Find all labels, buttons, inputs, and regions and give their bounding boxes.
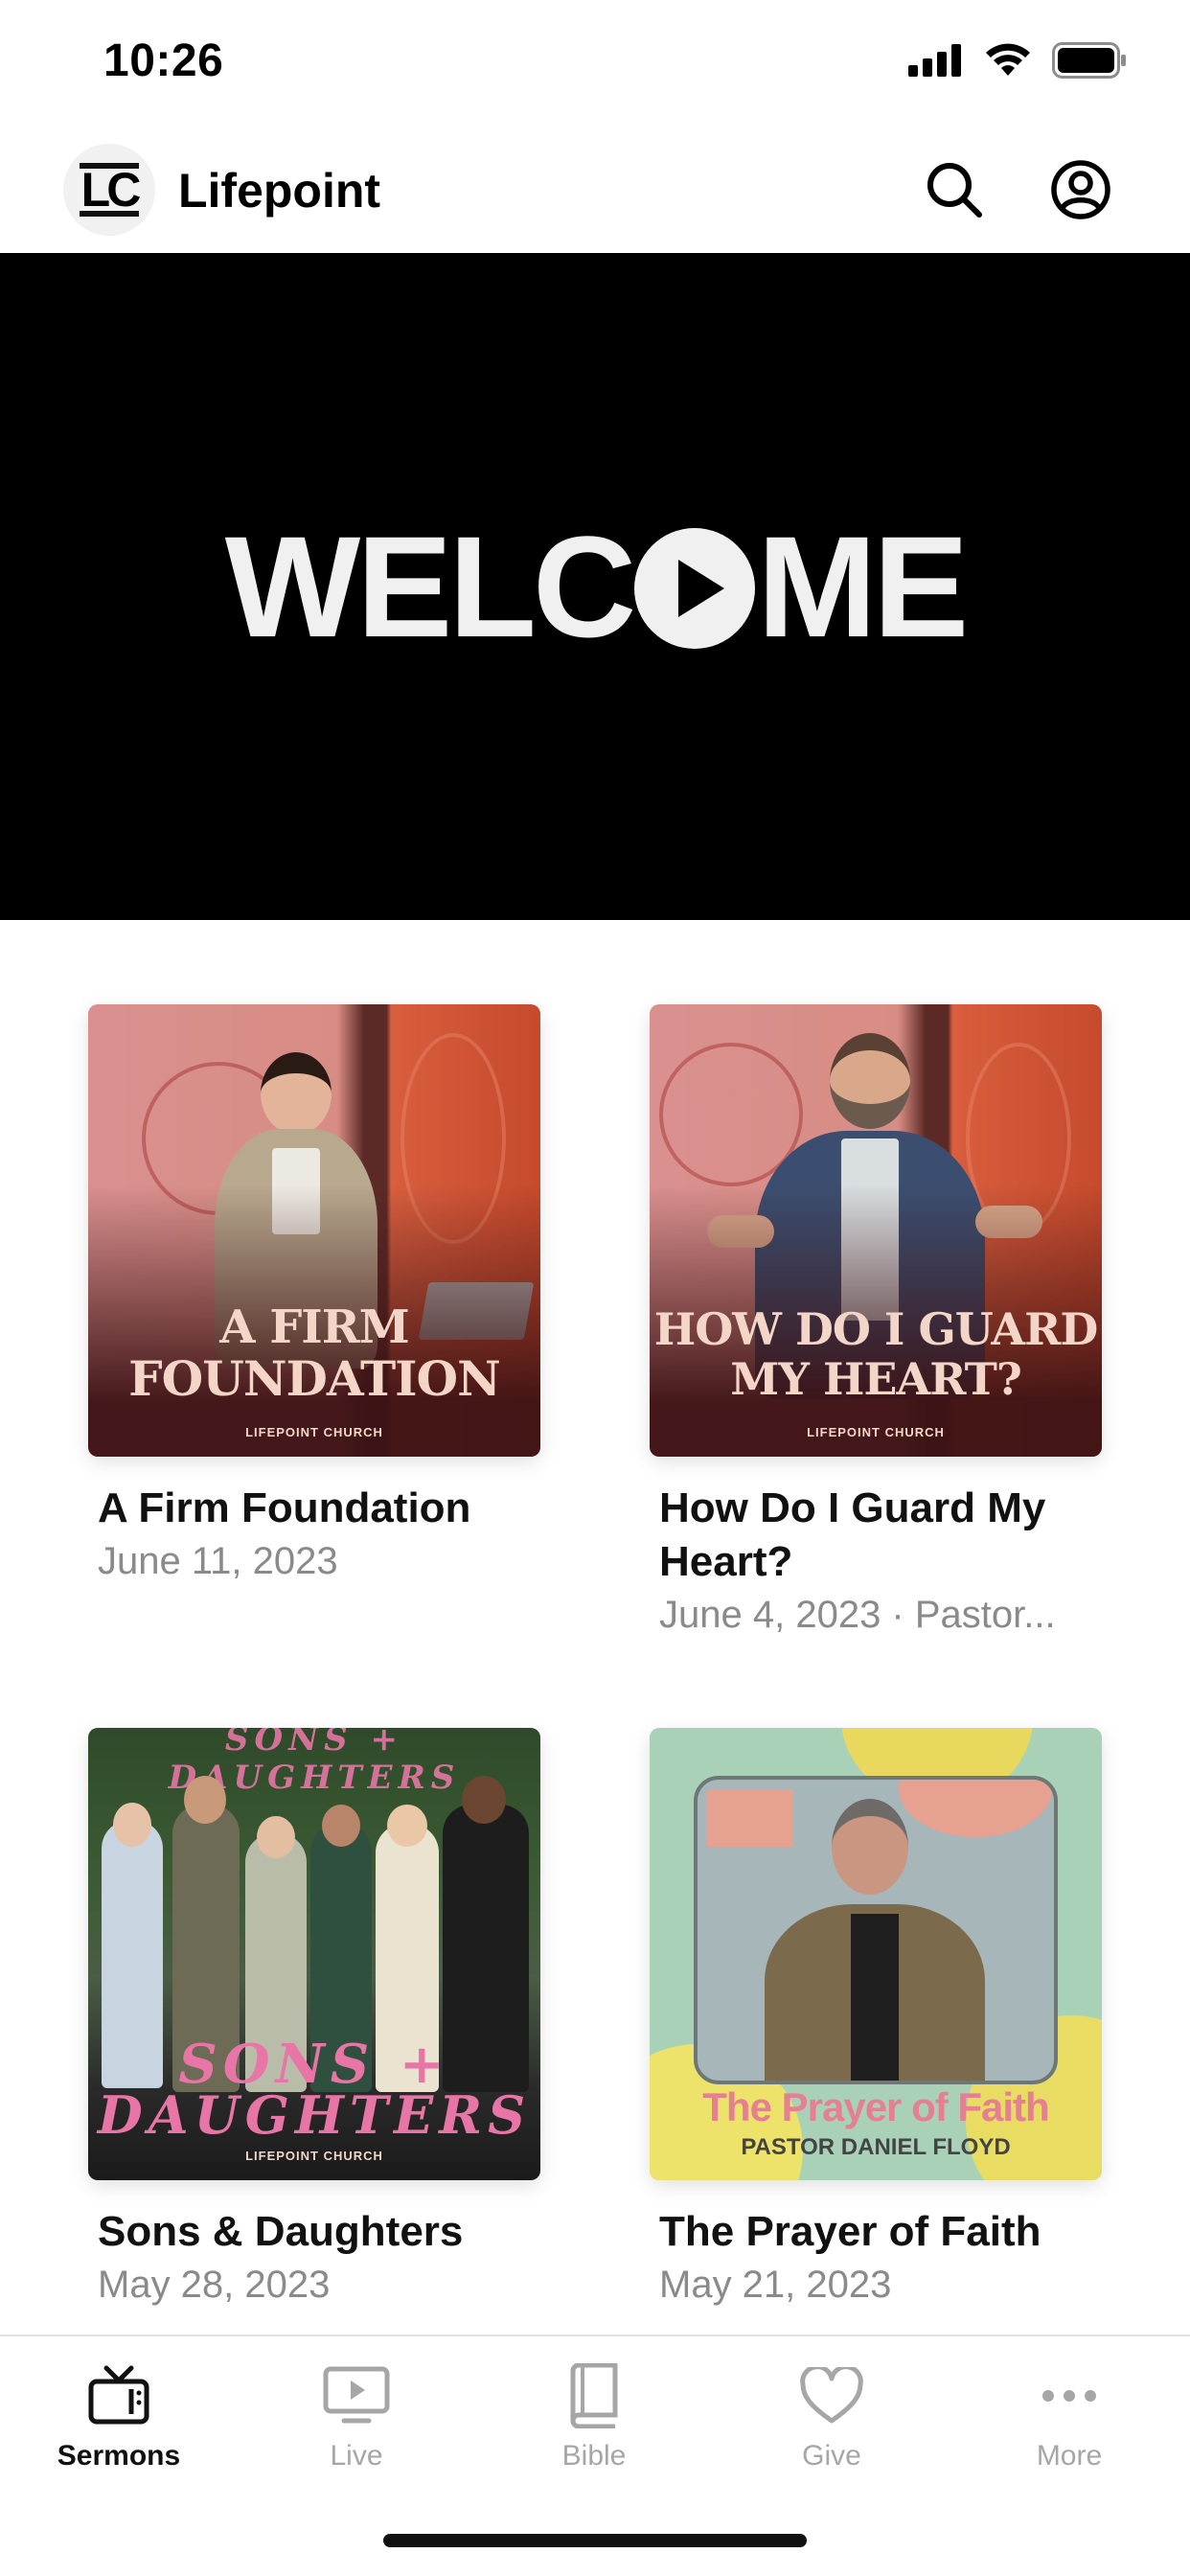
sermon-date: June 11, 2023	[98, 1540, 338, 1582]
sermon-card[interactable]: SONS + DAUGHTERS SONS + DAUGHTERS LIFEPO…	[88, 1728, 540, 2311]
welcome-text-end: ME	[757, 505, 969, 667]
sermon-title: A Firm Foundation	[98, 1484, 471, 1531]
sermon-date: May 28, 2023	[98, 2264, 331, 2306]
artwork-speaker: PASTOR DANIEL FLOYD	[741, 2134, 1011, 2160]
sermon-title: How Do I Guard My Heart?	[659, 1484, 1046, 1585]
status-bar: 10:26	[0, 0, 1190, 128]
book-icon	[570, 2363, 618, 2428]
logo-mark: LC	[79, 163, 141, 217]
artwork-title-line2: MY HEART?	[730, 1353, 1022, 1405]
tab-sermons[interactable]: Sermons	[0, 2358, 238, 2492]
sermon-card[interactable]: The Prayer of Faith PASTOR DANIEL FLOYD …	[650, 1728, 1102, 2311]
tab-label: Bible	[561, 2440, 627, 2472]
home-indicator[interactable]	[383, 2534, 807, 2547]
speaker-photo	[694, 1776, 1058, 2084]
sermon-artwork: SONS + DAUGHTERS SONS + DAUGHTERS LIFEPO…	[88, 1728, 540, 2180]
battery-icon	[1052, 42, 1126, 79]
artwork-brand: LIFEPOINT CHURCH	[245, 1425, 383, 1439]
play-icon[interactable]	[634, 528, 756, 649]
tab-label: Live	[330, 2440, 383, 2472]
artwork-title-line2: DAUGHTERS	[97, 2084, 532, 2146]
sermon-artwork: The Prayer of Faith PASTOR DANIEL FLOYD	[650, 1728, 1102, 2180]
wifi-icon	[986, 43, 1030, 76]
tab-give[interactable]: Give	[713, 2358, 950, 2492]
heart-icon	[800, 2367, 863, 2424]
more-dots-icon	[1042, 2390, 1096, 2402]
profile-button[interactable]	[1046, 155, 1115, 224]
sermon-title: Sons & Daughters	[98, 2208, 464, 2255]
app-title: Lifepoint	[178, 164, 381, 218]
search-icon	[927, 163, 982, 218]
status-time: 10:26	[103, 35, 224, 86]
tab-label: More	[1036, 2440, 1103, 2472]
church-logo: LC	[63, 144, 155, 236]
artwork-title-line1: HOW DO I GUARD	[653, 1303, 1099, 1355]
tv-icon	[88, 2365, 149, 2425]
tab-bible[interactable]: Bible	[475, 2358, 713, 2492]
play-screen-icon	[323, 2366, 390, 2424]
sermon-artwork: A FIRM FOUNDATION LIFEPOINT CHURCH	[88, 1004, 540, 1457]
artwork-brand: LIFEPOINT CHURCH	[245, 2149, 383, 2163]
cellular-signal-icon	[908, 44, 961, 77]
welcome-video-banner[interactable]: WELC ME	[0, 253, 1190, 920]
artwork-brand: LIFEPOINT CHURCH	[807, 1425, 945, 1439]
sermon-artwork: HOW DO I GUARD MY HEART? LIFEPOINT CHURC…	[650, 1004, 1102, 1457]
artwork-title-line2: FOUNDATION	[128, 1350, 501, 1407]
status-icons	[908, 42, 1127, 79]
welcome-title: WELC ME	[0, 253, 1190, 920]
tab-more[interactable]: More	[950, 2358, 1188, 2492]
sermon-card[interactable]: HOW DO I GUARD MY HEART? LIFEPOINT CHURC…	[650, 1004, 1102, 1641]
sermon-card[interactable]: A FIRM FOUNDATION LIFEPOINT CHURCH A Fir…	[88, 1004, 540, 1587]
app-screen: 10:26 LC Lifepoint WELC ME A FIRM FOUNDA…	[0, 0, 1190, 2576]
sermon-meta: June 4, 2023 · Pastor...	[659, 1594, 1056, 1636]
search-button[interactable]	[920, 155, 989, 224]
tab-live[interactable]: Live	[238, 2358, 475, 2492]
welcome-text-start: WELC	[224, 505, 637, 667]
artwork-title: The Prayer of Faith	[702, 2084, 1049, 2129]
app-header: LC Lifepoint	[0, 128, 1190, 253]
sermon-date: May 21, 2023	[659, 2264, 892, 2306]
account-icon	[1051, 160, 1110, 219]
tab-label: Give	[802, 2440, 861, 2472]
tab-label: Sermons	[57, 2440, 181, 2472]
sermon-title: The Prayer of Faith	[659, 2208, 1041, 2255]
artwork-title-line1: A FIRM	[219, 1300, 410, 1354]
